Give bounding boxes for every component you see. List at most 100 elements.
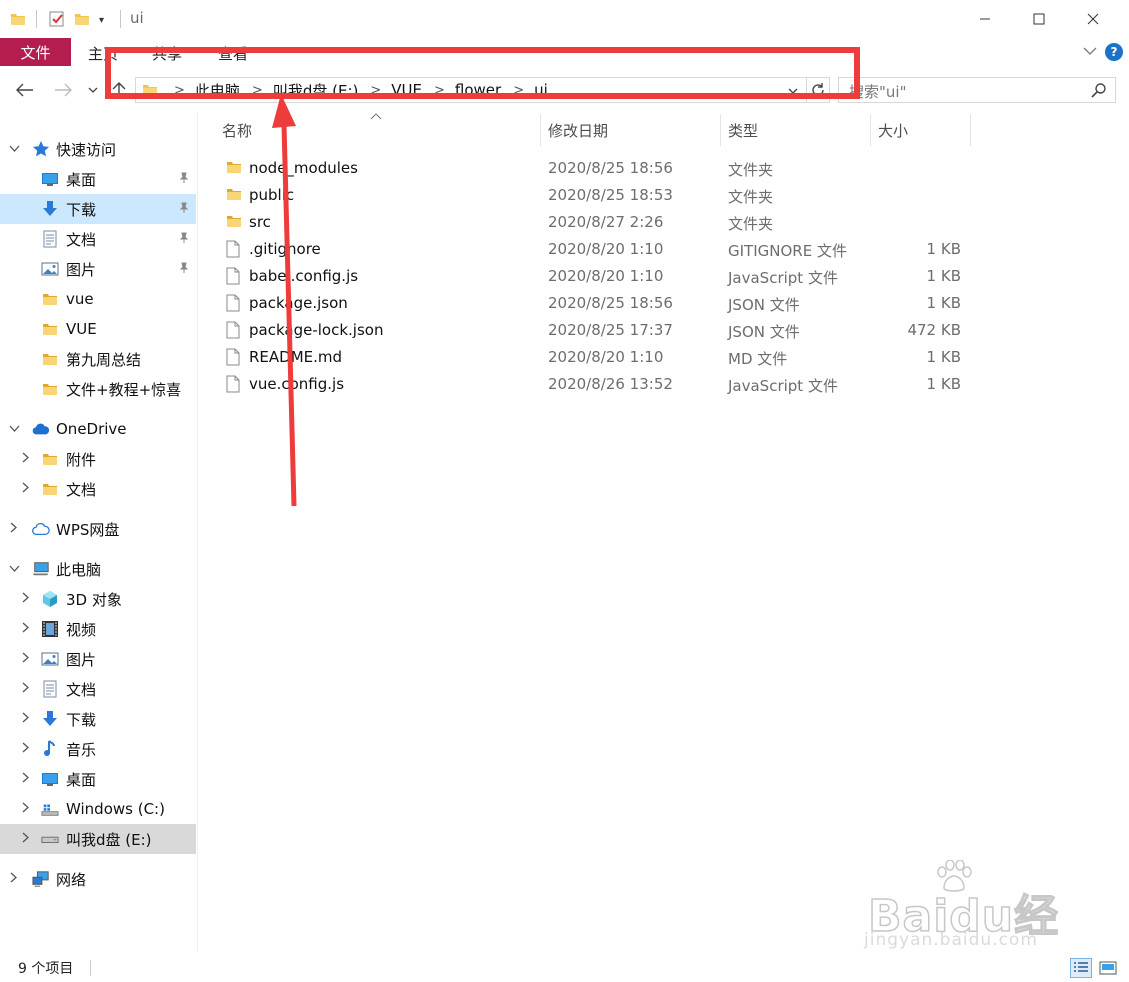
sidebar-item-pc-desktop[interactable]: 桌面 (0, 764, 196, 794)
file-type: JSON 文件 (728, 296, 800, 314)
chevron-right-icon[interactable] (18, 622, 34, 636)
folder-icon (226, 213, 242, 233)
sidebar-item-onedrive-documents[interactable]: 文档 (0, 474, 196, 504)
file-date: 2020/8/27 2:26 (548, 213, 664, 231)
desktop-icon (41, 170, 59, 188)
chevron-right-icon[interactable] (18, 832, 34, 846)
column-header-date[interactable]: 修改日期 (548, 114, 720, 146)
sidebar-item-files-tutorials[interactable]: 文件+教程+惊喜 (0, 374, 196, 404)
sidebar-item-network[interactable]: 网络 (0, 864, 196, 894)
file-date: 2020/8/25 18:56 (548, 294, 673, 312)
maximize-button[interactable] (1016, 0, 1062, 38)
sidebar-item-documents[interactable]: 文档 (0, 224, 196, 254)
column-divider[interactable] (970, 114, 971, 146)
sidebar-item-attachments[interactable]: 附件 (0, 444, 196, 474)
file-row[interactable]: src 2020/8/27 2:26 文件夹 (216, 209, 976, 236)
sidebar-item-desktop[interactable]: 桌面 (0, 164, 196, 194)
column-header-type[interactable]: 类型 (728, 114, 870, 146)
chevron-down-icon[interactable] (6, 562, 22, 576)
chevron-down-icon[interactable] (6, 142, 22, 156)
sidebar-item-drive-c[interactable]: Windows (C:) (0, 794, 196, 824)
chevron-right-icon[interactable] (18, 802, 34, 816)
file-type: GITIGNORE 文件 (728, 242, 847, 260)
search-icon[interactable] (1091, 82, 1107, 102)
file-name: package.json (249, 294, 348, 312)
large-icons-view-icon (1099, 961, 1117, 975)
folder-icon (41, 380, 59, 398)
file-row[interactable]: vue.config.js 2020/8/26 13:52 JavaScript… (216, 371, 976, 398)
column-divider[interactable] (720, 114, 721, 146)
watermark-url: jingyan.baidu.com (864, 930, 1038, 950)
file-row[interactable]: package-lock.json 2020/8/25 17:37 JSON 文… (216, 317, 976, 344)
divider (36, 10, 37, 28)
search-input[interactable]: 搜索"ui" (838, 77, 1116, 103)
large-icons-view-button[interactable] (1097, 958, 1119, 978)
file-icon (226, 375, 240, 397)
chevron-right-icon[interactable] (6, 872, 22, 886)
annotation-highlight-box (105, 47, 860, 99)
customize-toolbar-icon[interactable]: ▾ (99, 10, 104, 30)
sidebar-item-vue-upper[interactable]: VUE (0, 314, 196, 344)
chevron-right-icon[interactable] (18, 772, 34, 786)
sidebar-item-videos[interactable]: 视频 (0, 614, 196, 644)
chevron-down-icon[interactable] (6, 422, 22, 436)
sidebar-item-drive-e[interactable]: 叫我d盘 (E:) (0, 824, 196, 854)
sidebar-item-onedrive[interactable]: OneDrive (0, 414, 196, 444)
chevron-right-icon[interactable] (18, 742, 34, 756)
column-divider[interactable] (870, 114, 871, 146)
sidebar-label: WPS网盘 (56, 520, 120, 539)
sidebar-item-pc-pictures[interactable]: 图片 (0, 644, 196, 674)
file-row[interactable]: package.json 2020/8/25 18:56 JSON 文件 1 K… (216, 290, 976, 317)
watermark: Baidu经验 jingyan.baidu.com (862, 860, 1072, 982)
file-row[interactable]: public 2020/8/25 18:53 文件夹 (216, 182, 976, 209)
file-date: 2020/8/25 18:56 (548, 159, 673, 177)
file-icon (226, 321, 240, 343)
sidebar-item-vue[interactable]: vue (0, 284, 196, 314)
back-button[interactable] (14, 80, 36, 100)
folder-icon (226, 159, 242, 179)
file-row[interactable]: babel.config.js 2020/8/20 1:10 JavaScrip… (216, 263, 976, 290)
sidebar-item-week9-summary[interactable]: 第九周总结 (0, 344, 196, 374)
file-row[interactable]: node_modules 2020/8/25 18:56 文件夹 (216, 155, 976, 182)
forward-button[interactable] (52, 80, 74, 100)
download-icon (41, 710, 59, 728)
tab-file[interactable]: 文件 (0, 38, 71, 66)
chevron-right-icon[interactable] (6, 522, 22, 536)
chevron-down-icon[interactable] (1083, 44, 1097, 60)
chevron-right-icon[interactable] (18, 712, 34, 726)
details-view-button[interactable] (1070, 958, 1092, 978)
pin-icon[interactable] (178, 172, 190, 187)
minimize-button[interactable] (962, 0, 1008, 38)
sidebar-item-pc-documents[interactable]: 文档 (0, 674, 196, 704)
sidebar-item-wps[interactable]: WPS网盘 (0, 514, 196, 544)
sidebar-item-pictures[interactable]: 图片 (0, 254, 196, 284)
recent-locations-button[interactable] (86, 80, 100, 100)
sidebar-item-downloads[interactable]: 下载 (0, 194, 196, 224)
chevron-right-icon[interactable] (18, 592, 34, 606)
sidebar-label: 下载 (66, 710, 97, 729)
pin-icon[interactable] (178, 232, 190, 247)
sidebar-item-music[interactable]: 音乐 (0, 734, 196, 764)
file-row[interactable]: .gitignore 2020/8/20 1:10 GITIGNORE 文件 1… (216, 236, 976, 263)
column-header-name[interactable]: 名称 (222, 114, 540, 146)
item-count: 9 个项目 (18, 961, 74, 977)
close-button[interactable] (1070, 0, 1116, 38)
properties-icon[interactable] (48, 9, 66, 29)
chevron-right-icon[interactable] (18, 682, 34, 696)
sidebar-item-this-pc[interactable]: 此电脑 (0, 554, 196, 584)
new-folder-icon[interactable] (74, 9, 90, 29)
help-icon[interactable]: ? (1105, 43, 1123, 61)
file-row[interactable]: README.md 2020/8/20 1:10 MD 文件 1 KB (216, 344, 976, 371)
sidebar-item-quick-access[interactable]: 快速访问 (0, 134, 196, 164)
file-size: 1 KB (926, 294, 961, 312)
pin-icon[interactable] (178, 202, 190, 217)
chevron-right-icon[interactable] (18, 452, 34, 466)
sidebar-item-pc-downloads[interactable]: 下载 (0, 704, 196, 734)
chevron-right-icon[interactable] (18, 652, 34, 666)
column-header-size[interactable]: 大小 (878, 114, 970, 146)
column-divider[interactable] (540, 114, 541, 146)
details-view-icon (1074, 962, 1088, 972)
chevron-right-icon[interactable] (18, 482, 34, 496)
pin-icon[interactable] (178, 262, 190, 277)
sidebar-item-3d-objects[interactable]: 3D 对象 (0, 584, 196, 614)
